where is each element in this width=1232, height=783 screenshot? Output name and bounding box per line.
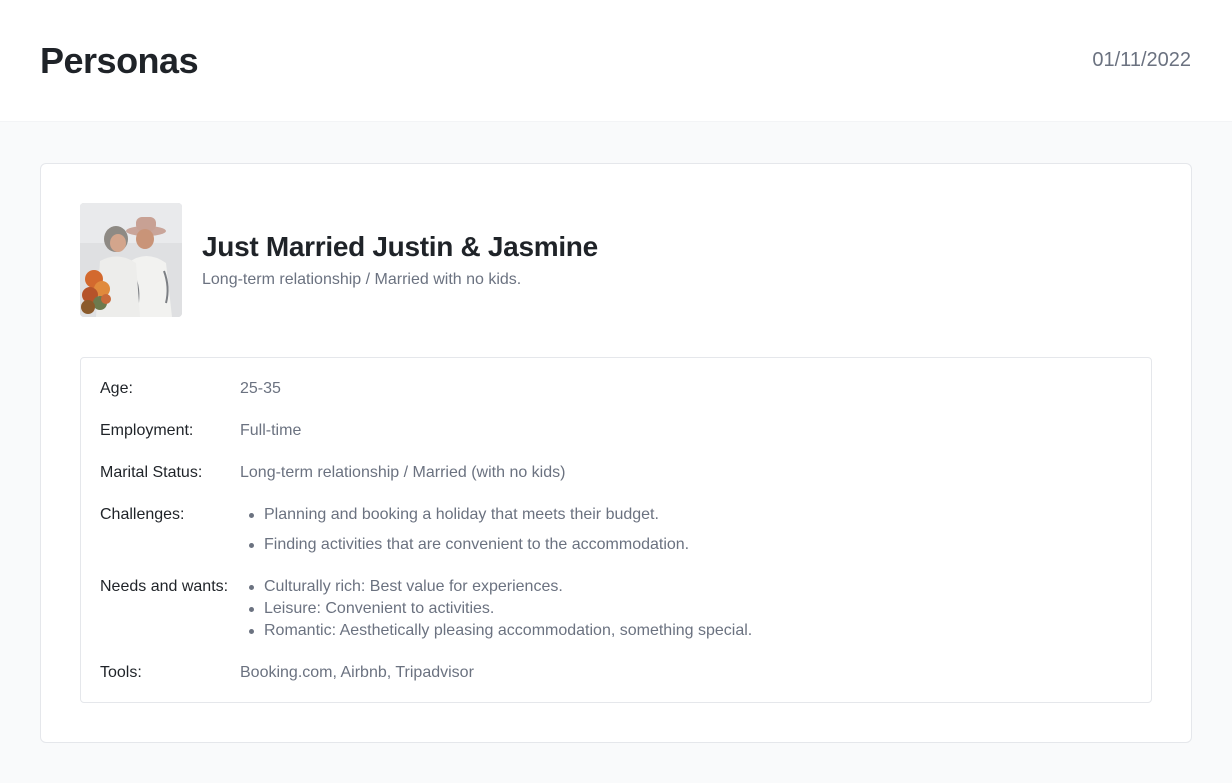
list-item: Culturally rich: Best value for experien… [240,576,752,598]
persona-header: Just Married Justin & Jasmine Long-term … [80,203,1152,317]
persona-subtitle: Long-term relationship / Married with no… [202,271,522,288]
detail-value: Booking.com, Airbnb, Tripadvisor [240,664,474,681]
page-title: Personas [40,39,199,81]
detail-row-age: Age: 25-35 [100,378,1132,400]
detail-row-needs: Needs and wants: Culturally rich: Best v… [100,576,1132,642]
couple-photo-icon [80,203,182,317]
persona-title-block: Just Married Justin & Jasmine Long-term … [202,231,598,289]
detail-label: Challenges: [100,506,185,523]
list-item: Finding activities that are convenient t… [240,534,689,556]
needs-list: Culturally rich: Best value for experien… [240,576,752,642]
challenges-list: Planning and booking a holiday that meet… [240,504,689,556]
page-header: Personas 01/11/2022 [0,0,1232,122]
header-date: 01/11/2022 [1092,49,1191,71]
detail-row-tools: Tools: Booking.com, Airbnb, Tripadvisor [100,662,1132,684]
list-item: Leisure: Convenient to activities. [240,598,752,620]
detail-label: Tools: [100,664,142,681]
persona-photo [80,203,182,317]
detail-row-challenges: Challenges: Planning and booking a holid… [100,504,1132,556]
detail-value: 25-35 [240,380,281,397]
persona-card: Just Married Justin & Jasmine Long-term … [40,163,1192,743]
detail-label: Age: [100,380,133,397]
persona-name: Just Married Justin & Jasmine [202,231,598,262]
detail-row-marital-status: Marital Status: Long-term relationship /… [100,462,1132,484]
persona-details: Age: 25-35 Employment: Full-time Marital… [80,357,1152,703]
detail-label: Needs and wants: [100,578,229,595]
detail-row-employment: Employment: Full-time [100,420,1132,442]
detail-value: Long-term relationship / Married (with n… [240,464,566,481]
list-item: Romantic: Aesthetically pleasing accommo… [240,620,752,642]
detail-label: Marital Status: [100,464,203,481]
detail-label: Employment: [100,422,194,439]
detail-value: Full-time [240,422,302,439]
list-item: Planning and booking a holiday that meet… [240,504,689,526]
